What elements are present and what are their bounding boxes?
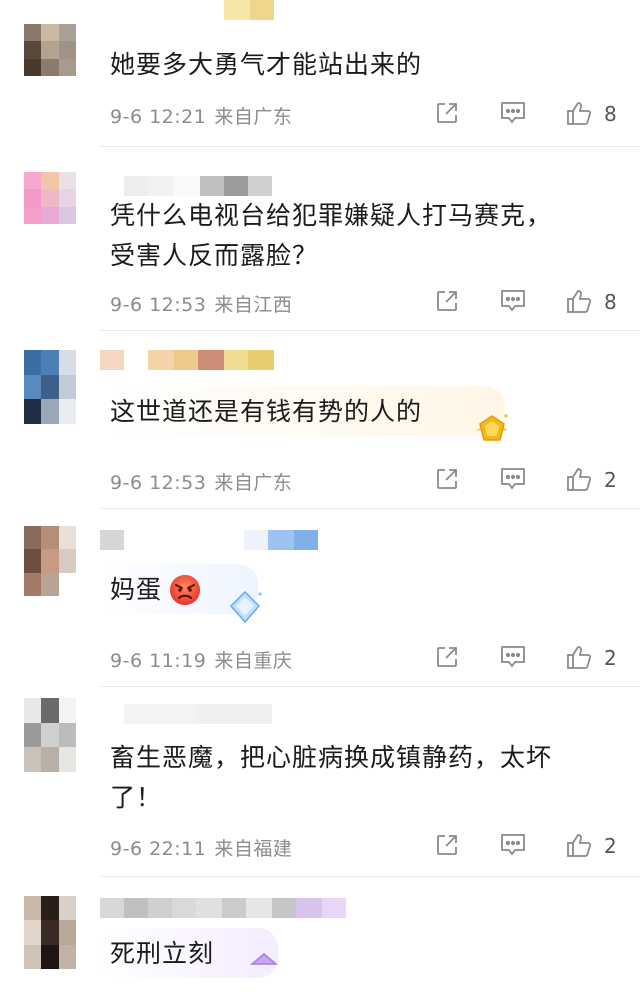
- diamond-badge-icon: [225, 588, 265, 628]
- thumbs-up-icon: [567, 102, 592, 125]
- purple-badge-icon: [244, 952, 284, 992]
- comment-icon: [501, 646, 525, 668]
- comment-icon: [501, 102, 525, 124]
- share-button[interactable]: [432, 464, 462, 494]
- like-button[interactable]: [564, 830, 594, 860]
- comment-meta: 9-6 22:11 来自福建: [110, 834, 292, 861]
- like-count: 2: [604, 646, 617, 670]
- comment-button[interactable]: [498, 464, 528, 494]
- like-count: 8: [604, 102, 617, 126]
- comment-icon: [501, 468, 525, 490]
- comment-location: 来自广东: [214, 106, 293, 128]
- avatar[interactable]: [24, 172, 76, 224]
- share-icon: [437, 291, 457, 311]
- username-blurred[interactable]: [100, 898, 346, 918]
- avatar[interactable]: [24, 698, 76, 772]
- comment-location: 来自广东: [214, 472, 293, 494]
- thumbs-up-icon: [567, 646, 592, 669]
- comment-meta: 9-6 12:53 来自广东: [110, 468, 292, 495]
- comment-icon: [501, 834, 525, 856]
- comment-text: 这世道还是有钱有势的人的: [110, 397, 423, 426]
- avatar[interactable]: [24, 526, 76, 596]
- divider: [100, 330, 640, 331]
- comment-date: 9-6 12:53: [110, 472, 207, 494]
- like-button[interactable]: [564, 98, 594, 128]
- comment-text: 死刑立刻: [110, 939, 215, 968]
- username-blurred[interactable]: [100, 350, 274, 370]
- comment-text: 凭什么电视台给犯罪嫌疑人打马赛克， 受害人反而露脸？: [110, 201, 553, 270]
- thumbs-up-icon: [567, 290, 592, 313]
- share-button[interactable]: [432, 98, 462, 128]
- username-blurred[interactable]: [124, 704, 272, 724]
- comment-button[interactable]: [498, 830, 528, 860]
- comment-meta: 9-6 11:19 来自重庆: [110, 646, 292, 673]
- like-button[interactable]: [564, 642, 594, 672]
- divider: [100, 876, 640, 877]
- comment-date: 9-6 11:19: [110, 650, 207, 672]
- username-blurred[interactable]: [100, 530, 318, 550]
- angry-face-icon: [168, 573, 202, 607]
- divider: [100, 508, 640, 509]
- share-icon: [437, 469, 457, 489]
- comment-location: 来自福建: [214, 838, 293, 860]
- comment-date: 9-6 12:21: [110, 106, 207, 128]
- comment-button[interactable]: [498, 642, 528, 672]
- comment-meta: 9-6 12:53 来自江西: [110, 290, 292, 317]
- like-button[interactable]: [564, 464, 594, 494]
- share-button[interactable]: [432, 642, 462, 672]
- comment-button[interactable]: [498, 286, 528, 316]
- comment-location: 来自重庆: [214, 650, 293, 672]
- comment-location: 来自江西: [214, 294, 293, 316]
- comment-text: 她要多大勇气才能站出来的: [110, 50, 423, 79]
- username-blurred[interactable]: [224, 0, 274, 20]
- comment-date: 9-6 12:53: [110, 294, 207, 316]
- share-icon: [437, 103, 457, 123]
- like-count: 2: [604, 468, 617, 492]
- thumbs-up-icon: [567, 834, 592, 857]
- divider: [100, 146, 640, 147]
- divider: [100, 686, 640, 687]
- share-button[interactable]: [432, 286, 462, 316]
- username-blurred[interactable]: [124, 176, 272, 196]
- avatar[interactable]: [24, 350, 76, 424]
- share-icon: [437, 647, 457, 667]
- like-count: 8: [604, 290, 617, 314]
- comment-text: 妈蛋: [110, 575, 163, 604]
- avatar[interactable]: [24, 896, 76, 969]
- comment-date: 9-6 22:11: [110, 838, 207, 860]
- gold-badge-icon: [472, 410, 512, 450]
- comment-text: 畜生恶魔，把心脏病换成镇静药，太坏 了！: [110, 743, 553, 812]
- share-button[interactable]: [432, 830, 462, 860]
- avatar[interactable]: [24, 24, 76, 76]
- like-count: 2: [604, 834, 617, 858]
- comment-meta: 9-6 12:21 来自广东: [110, 102, 292, 129]
- share-icon: [437, 835, 457, 855]
- thumbs-up-icon: [567, 468, 592, 491]
- comment-button[interactable]: [498, 98, 528, 128]
- comment-icon: [501, 290, 525, 312]
- like-button[interactable]: [564, 286, 594, 316]
